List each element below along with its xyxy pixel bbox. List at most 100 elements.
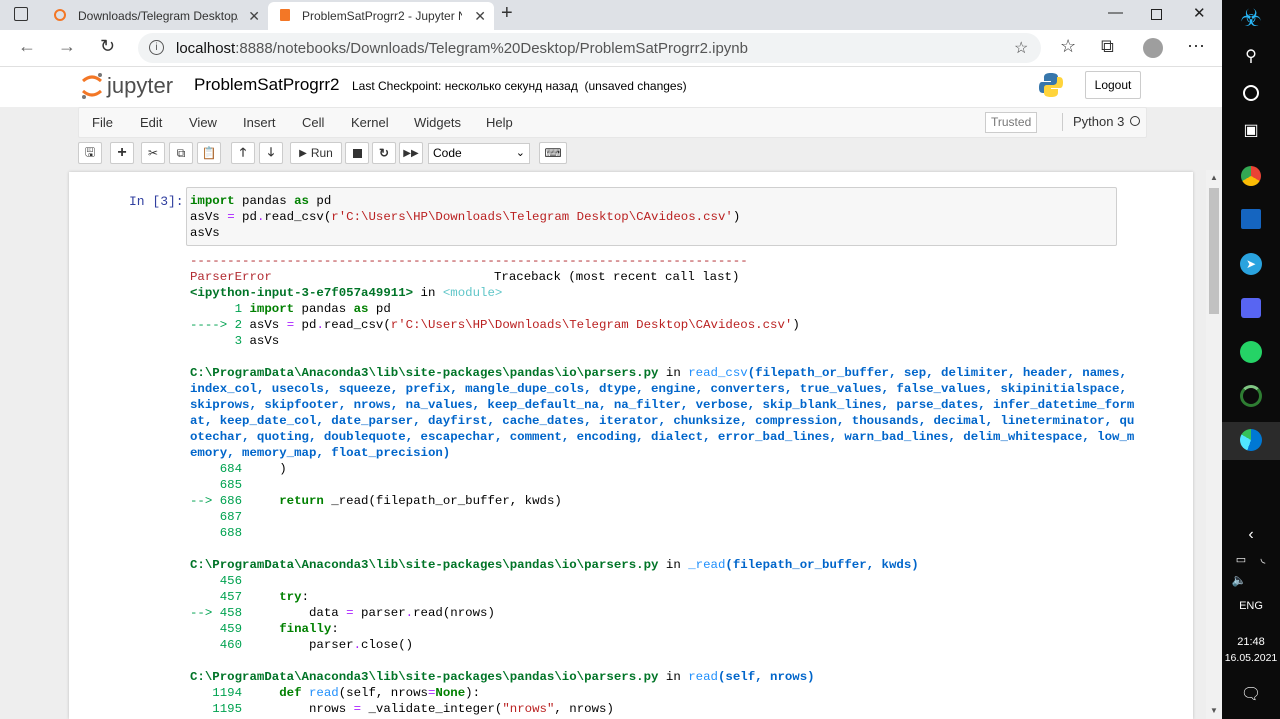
- scroll-down-icon[interactable]: ▼: [1210, 706, 1218, 715]
- page-scrollbar[interactable]: ▲ ▼: [1206, 170, 1222, 719]
- jupyter-logo[interactable]: jupyter: [80, 71, 173, 104]
- copy-button[interactable]: ⧉: [169, 142, 193, 164]
- frame1-sig-line: emory, memory_map, float_precision): [190, 446, 451, 460]
- favorites-icon[interactable]: ☆: [1060, 36, 1076, 57]
- clock-date[interactable]: 16.05.2021: [1222, 652, 1280, 664]
- unsaved-changes: (unsaved changes): [584, 79, 687, 93]
- jupyter-logo-icon: [82, 73, 102, 99]
- language-indicator[interactable]: ENG: [1222, 600, 1280, 612]
- close-window-icon[interactable]: ✕: [1193, 4, 1206, 22]
- move-up-button[interactable]: 🡑: [231, 142, 255, 164]
- frame3-func: read: [688, 670, 718, 684]
- collections-icon[interactable]: ⧉: [1101, 36, 1114, 57]
- close-tab-icon[interactable]: ✕: [474, 8, 486, 25]
- restore-icon[interactable]: [1151, 9, 1162, 20]
- frame2-line: --> 458 data = parser.read(nrows): [190, 606, 495, 620]
- frame1-sig-line: otechar, quoting, doublequote, escapecha…: [190, 430, 1135, 444]
- arrow-up-icon: 🡑: [239, 144, 247, 159]
- insert-cell-button[interactable]: +: [110, 142, 134, 164]
- kernel-idle-indicator: [1130, 116, 1140, 126]
- close-tab-icon[interactable]: ✕: [248, 8, 260, 25]
- save-button[interactable]: 🖫: [78, 142, 102, 164]
- forward-icon[interactable]: →: [58, 36, 76, 57]
- clock-time[interactable]: 21:48: [1222, 636, 1280, 648]
- frame1-func: read_csv: [688, 366, 748, 380]
- whatsapp-icon[interactable]: [1222, 341, 1280, 366]
- traceback-separator: ----------------------------------------…: [190, 254, 748, 268]
- edge-icon[interactable]: [1222, 422, 1280, 460]
- scrollbar-thumb[interactable]: [1209, 188, 1219, 314]
- frame0-location: <ipython-input-3-e7f057a49911> in <modul…: [190, 285, 502, 301]
- browser-tab-bar: Downloads/Telegram Desktop/ ✕ ProblemSat…: [0, 0, 1222, 30]
- telegram-icon[interactable]: ➤: [1222, 253, 1280, 275]
- menu-bar: File Edit View Insert Cell Kernel Widget…: [78, 107, 1147, 138]
- menu-cell[interactable]: Cell: [302, 115, 324, 130]
- wifi-icon[interactable]: ◟: [1234, 551, 1280, 565]
- restart-button[interactable]: ↻: [372, 142, 396, 164]
- frame2-line: 457 try:: [190, 590, 309, 604]
- trusted-badge[interactable]: Trusted: [985, 112, 1038, 133]
- volume-icon[interactable]: 🔈: [1210, 573, 1268, 587]
- address-bar: ← → ↻ i localhost:8888/notebooks/Downloa…: [0, 30, 1222, 67]
- search-icon[interactable]: ⚲: [1222, 46, 1280, 66]
- tab-actions-icon[interactable]: [14, 7, 28, 21]
- loading-app-icon[interactable]: [1222, 385, 1280, 410]
- task-view-icon[interactable]: ▣: [1222, 120, 1280, 140]
- chevron-down-icon: ⌄: [515, 147, 525, 159]
- menu-widgets[interactable]: Widgets: [414, 115, 461, 130]
- logout-button[interactable]: Logout: [1085, 71, 1141, 99]
- jupyter-logo-text: jupyter: [107, 73, 174, 98]
- command-palette-button[interactable]: ⌨: [539, 142, 567, 164]
- frame2-func: _read: [688, 558, 726, 572]
- add-favorite-icon[interactable]: ☆: [1014, 38, 1028, 58]
- menu-help[interactable]: Help: [486, 115, 513, 130]
- move-down-button[interactable]: 🡓: [259, 142, 283, 164]
- cell-type-select[interactable]: Code ⌄: [428, 143, 530, 164]
- refresh-icon[interactable]: ↻: [100, 36, 115, 57]
- show-hidden-icons[interactable]: ‹: [1222, 526, 1280, 544]
- notebook-tab-icon: [280, 9, 290, 21]
- paste-button[interactable]: 📋: [197, 142, 221, 164]
- cortana-icon[interactable]: [1222, 85, 1280, 104]
- scroll-up-icon[interactable]: ▲: [1210, 173, 1218, 182]
- chrome-icon[interactable]: [1222, 166, 1280, 189]
- plus-icon: +: [117, 144, 127, 161]
- new-tab-button[interactable]: +: [501, 2, 513, 25]
- cut-button[interactable]: ✂: [141, 142, 165, 164]
- back-icon[interactable]: ←: [18, 36, 36, 57]
- notifications-icon[interactable]: 🗨: [1222, 684, 1280, 704]
- frame3-location: C:\ProgramData\Anaconda3\lib\site-packag…: [190, 670, 815, 684]
- url-field[interactable]: i localhost:8888/notebooks/Downloads/Tel…: [138, 33, 1041, 63]
- menu-insert[interactable]: Insert: [243, 115, 276, 130]
- code-line-1: import pandas as pd: [190, 194, 332, 208]
- frame2-line: 459 finally:: [190, 622, 339, 636]
- frame1-sig-line: skiprows, skipfooter, nrows, na_values, …: [190, 398, 1135, 412]
- discord-icon[interactable]: [1222, 298, 1280, 321]
- frame2-location: C:\ProgramData\Anaconda3\lib\site-packag…: [190, 558, 919, 572]
- frame2-line: 460 parser.close(): [190, 638, 414, 652]
- frame1-line: 687: [190, 510, 250, 524]
- frame0-line: 3 asVs: [190, 334, 280, 348]
- minimize-icon[interactable]: —: [1108, 4, 1123, 21]
- notebook-title[interactable]: ProblemSatProgrr2: [194, 75, 340, 95]
- copy-icon: ⧉: [176, 145, 186, 160]
- save-icon: 🖫: [84, 144, 96, 159]
- browser-tab-notebook[interactable]: ProblemSatProgrr2 - Jupyter No ✕: [268, 2, 494, 30]
- menu-file[interactable]: File: [92, 115, 113, 130]
- menu-view[interactable]: View: [189, 115, 217, 130]
- frame0-line: ----> 2 asVs = pd.read_csv(r'C:\Users\HP…: [190, 318, 800, 332]
- restart-run-all-button[interactable]: ▶▶: [399, 142, 423, 164]
- run-button[interactable]: ▶ Run: [290, 142, 342, 164]
- info-icon[interactable]: i: [149, 40, 164, 55]
- menu-kernel[interactable]: Kernel: [351, 115, 389, 130]
- camera-app-icon[interactable]: [1222, 209, 1280, 232]
- kernel-name[interactable]: Python 3: [1073, 114, 1124, 129]
- menu-edit[interactable]: Edit: [140, 115, 162, 130]
- paste-icon: 📋: [201, 146, 217, 160]
- profile-avatar[interactable]: [1143, 38, 1163, 58]
- biohazard-start-icon[interactable]: ☣: [1222, 4, 1280, 33]
- more-menu-icon[interactable]: ⋯: [1187, 36, 1205, 57]
- interrupt-button[interactable]: [345, 142, 369, 164]
- url-path: :8888/notebooks/Downloads/Telegram%20Des…: [235, 40, 748, 57]
- browser-tab-downloads[interactable]: Downloads/Telegram Desktop/ ✕: [44, 2, 268, 30]
